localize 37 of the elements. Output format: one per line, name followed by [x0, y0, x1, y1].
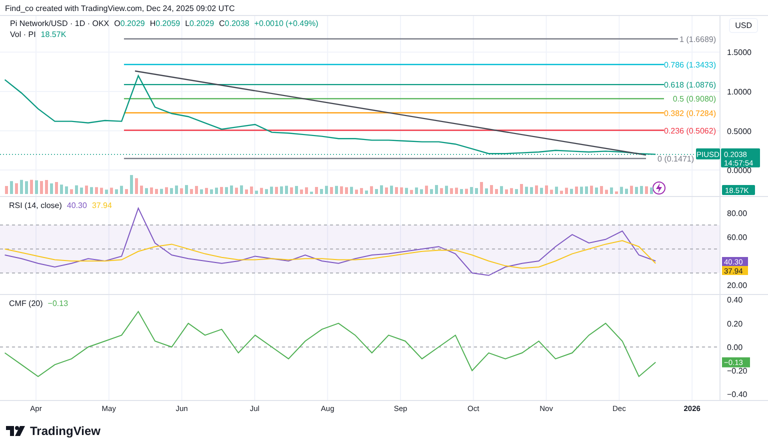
axis-tick-label: −0.20: [727, 366, 748, 376]
fibonacci-level-label: 0.382 (0.7284): [664, 108, 716, 118]
symbol-title: Pi Network/USD · 1D · OKX: [10, 19, 110, 28]
indicator-value: 40.30: [66, 201, 87, 210]
ohlc-value: O0.2029: [114, 19, 145, 28]
axis-tick-label: −0.40: [727, 390, 748, 400]
fibonacci-level-label: 0.236 (0.5062): [664, 126, 716, 136]
change-value: +0.0010 (+0.49%): [254, 19, 318, 28]
tradingview-logo-icon: [6, 426, 26, 436]
brand-name: TradingView: [30, 424, 100, 438]
fibonacci-level-label: 0.5 (0.9080): [672, 94, 716, 104]
axis-tick-label: 60.00: [727, 232, 748, 242]
axis-tick-label: 1.5000: [727, 48, 752, 58]
fibonacci-level-label: 0.618 (1.0876): [664, 80, 716, 90]
axis-tick-label: 80.00: [727, 208, 748, 218]
indicator-value: −0.13: [48, 299, 68, 308]
currency-button[interactable]: USD: [729, 18, 758, 33]
axis-tick-label: 0.40: [727, 296, 743, 305]
ohlc-value: H0.2059: [150, 19, 180, 28]
indicator-title: CMF (20): [9, 299, 43, 308]
indicator-value: 37.94: [92, 201, 112, 210]
axis-tick-label: 0.0000: [727, 166, 752, 176]
volume-title: Vol · PI: [10, 30, 36, 39]
fibonacci-level-label: 1 (1.6689): [680, 34, 716, 44]
axis-tick-label: 0.00: [727, 342, 743, 352]
axis-tick-label: 0.20: [727, 319, 743, 328]
ohlc-value: L0.2029: [185, 19, 214, 28]
fibonacci-level-label: 0 (0.1471): [658, 154, 694, 164]
fibonacci-level-label: 0.786 (1.3433): [664, 60, 716, 70]
axis-tick-label: 0.5000: [727, 126, 752, 136]
credit-line: Find_co created with TradingView.com, Dec 24, 2025 09:02 UTC: [4, 3, 236, 15]
axis-tick-label: 20.00: [727, 281, 748, 290]
indicator-title: RSI (14, close): [9, 201, 62, 210]
lightning-icon[interactable]: [652, 182, 666, 194]
axis-tick-label: 1.0000: [727, 87, 752, 96]
volume-value: 18.57K: [40, 30, 66, 39]
ohlc-value: C0.2038: [219, 19, 250, 28]
